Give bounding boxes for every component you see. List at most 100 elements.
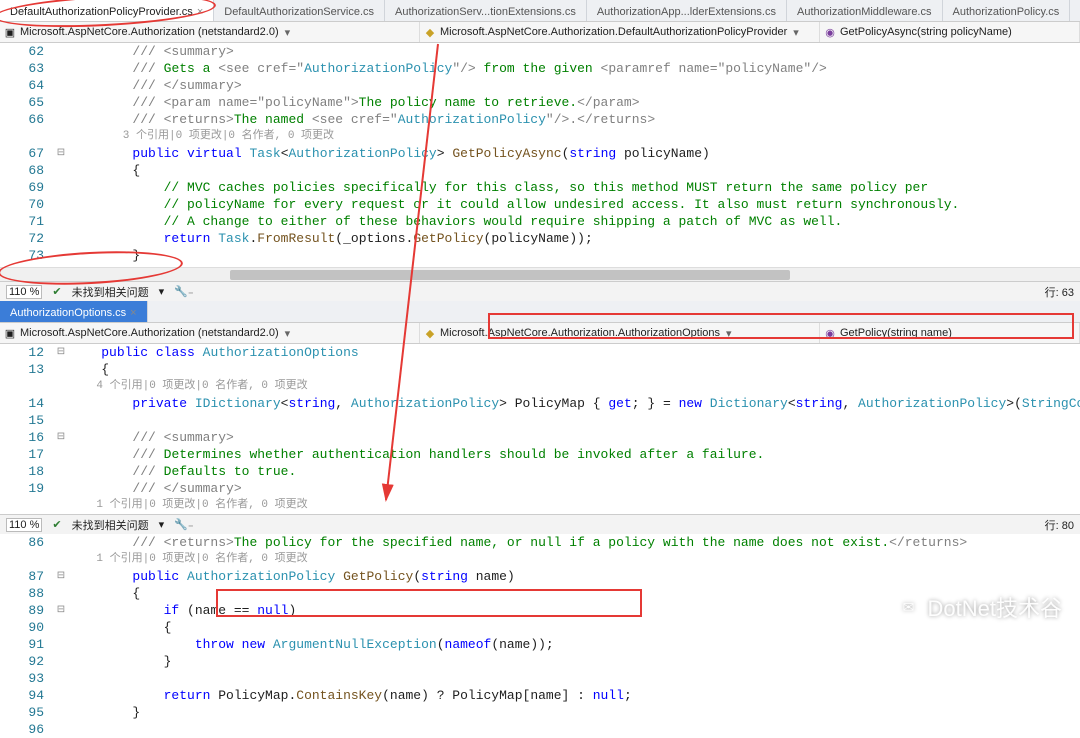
line-number: 12: [0, 344, 44, 361]
line-gutter: 626364656667686970717273: [0, 43, 52, 267]
fold-toggle[interactable]: ⊟: [52, 568, 70, 585]
line-number: 72: [0, 230, 44, 247]
code-line[interactable]: private IDictionary<string, Authorizatio…: [70, 395, 1080, 412]
nav-member[interactable]: ◉ GetPolicy(string name): [820, 323, 1080, 343]
method-icon: ◉: [824, 327, 836, 339]
code-line[interactable]: [70, 412, 1080, 429]
fold-toggle: [52, 412, 70, 429]
nav-member[interactable]: ◉ GetPolicyAsync(string policyName): [820, 22, 1080, 42]
line-number: 16: [0, 429, 44, 446]
code-line[interactable]: /// Defaults to true.: [70, 463, 1080, 480]
editor-pane-1[interactable]: 626364656667686970717273 ⊟ /// <summary>…: [0, 43, 1080, 267]
code-line[interactable]: /// <summary>: [70, 43, 1080, 60]
tab-label: AuthorizationPolicy.cs: [953, 6, 1060, 18]
fold-toggle: [52, 585, 70, 602]
code-line[interactable]: /// <returns>The policy for the specifie…: [70, 534, 1080, 551]
code-line[interactable]: [70, 721, 1080, 738]
navbar-mid: ▣ Microsoft.AspNetCore.Authorization (ne…: [0, 323, 1080, 344]
nav-project[interactable]: ▣ Microsoft.AspNetCore.Authorization (ne…: [0, 323, 420, 343]
code-line[interactable]: // policyName for every request or it co…: [70, 196, 1080, 213]
fold-toggle[interactable]: ⊟: [52, 429, 70, 446]
issues-caret[interactable]: ▾: [159, 285, 165, 298]
fold-toggle[interactable]: ⊟: [52, 344, 70, 361]
codelens[interactable]: 3 个引用|0 项更改|0 名作者, 0 项更改: [70, 128, 1080, 145]
line-number: 87: [0, 568, 44, 585]
code-line[interactable]: /// <returns>The named <see cref="Author…: [70, 111, 1080, 128]
fold-toggle: [52, 196, 70, 213]
code-line[interactable]: public AuthorizationPolicy GetPolicy(str…: [70, 568, 1080, 585]
codelens[interactable]: 4 个引用|0 项更改|0 名作者, 0 项更改: [70, 378, 1080, 395]
issues-caret[interactable]: ▾: [159, 518, 165, 531]
close-icon[interactable]: ×: [197, 6, 203, 18]
code-line[interactable]: public virtual Task<AuthorizationPolicy>…: [70, 145, 1080, 162]
fold-gutter[interactable]: ⊟⊟: [52, 534, 70, 738]
tool-icon[interactable]: 🔧₋: [174, 285, 194, 298]
editor-pane-3[interactable]: 8687888990919293949596 ⊟⊟ /// <returns>T…: [0, 534, 1080, 738]
code-line[interactable]: }: [70, 247, 1080, 264]
horizontal-scrollbar[interactable]: [0, 267, 1080, 281]
codelens[interactable]: 1 个引用|0 项更改|0 名作者, 0 项更改: [70, 551, 1080, 568]
fold-toggle: [52, 534, 70, 551]
code-line[interactable]: }: [70, 704, 1080, 721]
line-number: 66: [0, 111, 44, 128]
nav-project[interactable]: ▣ Microsoft.AspNetCore.Authorization (ne…: [0, 22, 420, 42]
fold-toggle: [52, 213, 70, 230]
tab[interactable]: DefaultAuthorizationPolicyProvider.cs×: [0, 0, 214, 21]
line-number: 14: [0, 395, 44, 412]
line-number: 88: [0, 585, 44, 602]
code-line[interactable]: {: [70, 361, 1080, 378]
caret-position: 行: 63: [1045, 284, 1074, 300]
code-line[interactable]: /// Determines whether authentication ha…: [70, 446, 1080, 463]
tool-icon[interactable]: 🔧₋: [174, 518, 194, 531]
nav-class[interactable]: ◆ Microsoft.AspNetCore.Authorization.Def…: [420, 22, 820, 42]
code-line[interactable]: return PolicyMap.ContainsKey(name) ? Pol…: [70, 687, 1080, 704]
line-number: 90: [0, 619, 44, 636]
fold-gutter[interactable]: ⊟: [52, 43, 70, 267]
fold-toggle[interactable]: ⊟: [52, 602, 70, 619]
code-area[interactable]: public class AuthorizationOptions { 4 个引…: [70, 344, 1080, 514]
tab[interactable]: DefaultAuthorizationService.cs: [214, 0, 385, 21]
fold-toggle[interactable]: ⊟: [52, 145, 70, 162]
code-line[interactable]: /// </summary>: [70, 480, 1080, 497]
tab[interactable]: AuthorizationPolicy.cs: [943, 0, 1071, 21]
code-line[interactable]: public class AuthorizationOptions: [70, 344, 1080, 361]
class-icon: ◆: [424, 327, 436, 339]
tab[interactable]: AuthorizationApp...lderExtensions.cs: [587, 0, 787, 21]
code-area[interactable]: /// <summary> /// Gets a <see cref="Auth…: [70, 43, 1080, 267]
code-line[interactable]: {: [70, 162, 1080, 179]
line-number: 92: [0, 653, 44, 670]
fold-toggle: [52, 551, 70, 568]
caret-position: 行: 80: [1045, 517, 1074, 533]
fold-toggle: [52, 721, 70, 738]
code-line[interactable]: // A change to either of these behaviors…: [70, 213, 1080, 230]
line-number: 73: [0, 247, 44, 264]
close-icon[interactable]: ×: [130, 307, 136, 319]
code-area[interactable]: /// <returns>The policy for the specifie…: [70, 534, 1080, 738]
codelens[interactable]: 1 个引用|0 项更改|0 名作者, 0 项更改: [70, 497, 1080, 514]
line-number: [0, 551, 44, 568]
code-line[interactable]: throw new ArgumentNullException(nameof(n…: [70, 636, 1080, 653]
line-number: 93: [0, 670, 44, 687]
fold-toggle: [52, 230, 70, 247]
code-line[interactable]: }: [70, 653, 1080, 670]
zoom-dropdown[interactable]: 110 %: [6, 518, 42, 532]
code-line[interactable]: /// </summary>: [70, 77, 1080, 94]
ok-icon: ✔: [52, 518, 61, 531]
code-line[interactable]: // MVC caches policies specifically for …: [70, 179, 1080, 196]
nav-class[interactable]: ◆ Microsoft.AspNetCore.Authorization.Aut…: [420, 323, 820, 343]
wechat-icon: ✉: [896, 594, 922, 620]
code-line[interactable]: /// <summary>: [70, 429, 1080, 446]
fold-gutter[interactable]: ⊟⊟: [52, 344, 70, 514]
tab[interactable]: AuthorizationServ...tionExtensions.cs: [385, 0, 587, 21]
code-line[interactable]: [70, 670, 1080, 687]
fold-toggle: [52, 162, 70, 179]
tab[interactable]: AuthorizationMiddleware.cs: [787, 0, 943, 21]
code-line[interactable]: /// <param name="policyName">The policy …: [70, 94, 1080, 111]
code-line[interactable]: /// Gets a <see cref="AuthorizationPolic…: [70, 60, 1080, 77]
code-line[interactable]: return Task.FromResult(_options.GetPolic…: [70, 230, 1080, 247]
line-number: [0, 497, 44, 514]
tab[interactable]: AuthorizationOptions.cs×: [0, 301, 148, 322]
fold-toggle: [52, 77, 70, 94]
zoom-dropdown[interactable]: 110 %: [6, 285, 42, 299]
editor-pane-2[interactable]: 1213141516171819 ⊟⊟ public class Authori…: [0, 344, 1080, 514]
